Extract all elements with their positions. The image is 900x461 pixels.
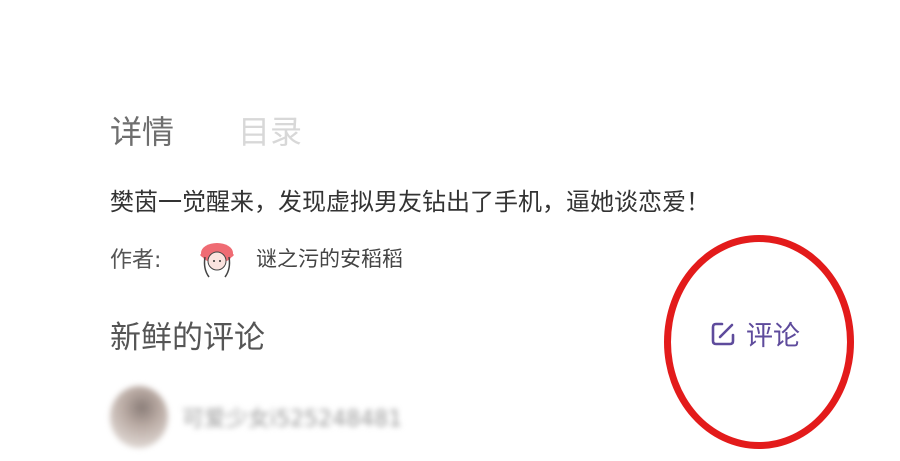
comment-item[interactable]: 可爱少女i525248481: [110, 386, 402, 448]
write-comment-label: 评论: [746, 321, 800, 352]
comment-username[interactable]: 可爱少女i525248481: [182, 401, 402, 433]
tab-toc[interactable]: 目录: [238, 110, 302, 154]
author-label: 作者:: [110, 248, 162, 273]
author-row: 作者: 谜之污的安稻稻: [110, 235, 403, 281]
comments-section-title: 新鲜的评论: [110, 320, 265, 356]
avatar[interactable]: [110, 386, 168, 448]
edit-icon: [711, 322, 735, 345]
avatar-icon[interactable]: [196, 237, 238, 279]
story-title: 樊茵一觉醒来，发现虚拟男友钻出了手机，逼她谈恋爱！: [110, 188, 710, 216]
write-comment-button[interactable]: 评论: [708, 314, 800, 353]
detail-page: 详情 目录 樊茵一觉醒来，发现虚拟男友钻出了手机，逼她谈恋爱！ 作者: 谜之污的…: [0, 0, 900, 461]
author-name[interactable]: 谜之污的安稻稻: [256, 243, 403, 273]
tab-detail[interactable]: 详情: [110, 110, 174, 154]
